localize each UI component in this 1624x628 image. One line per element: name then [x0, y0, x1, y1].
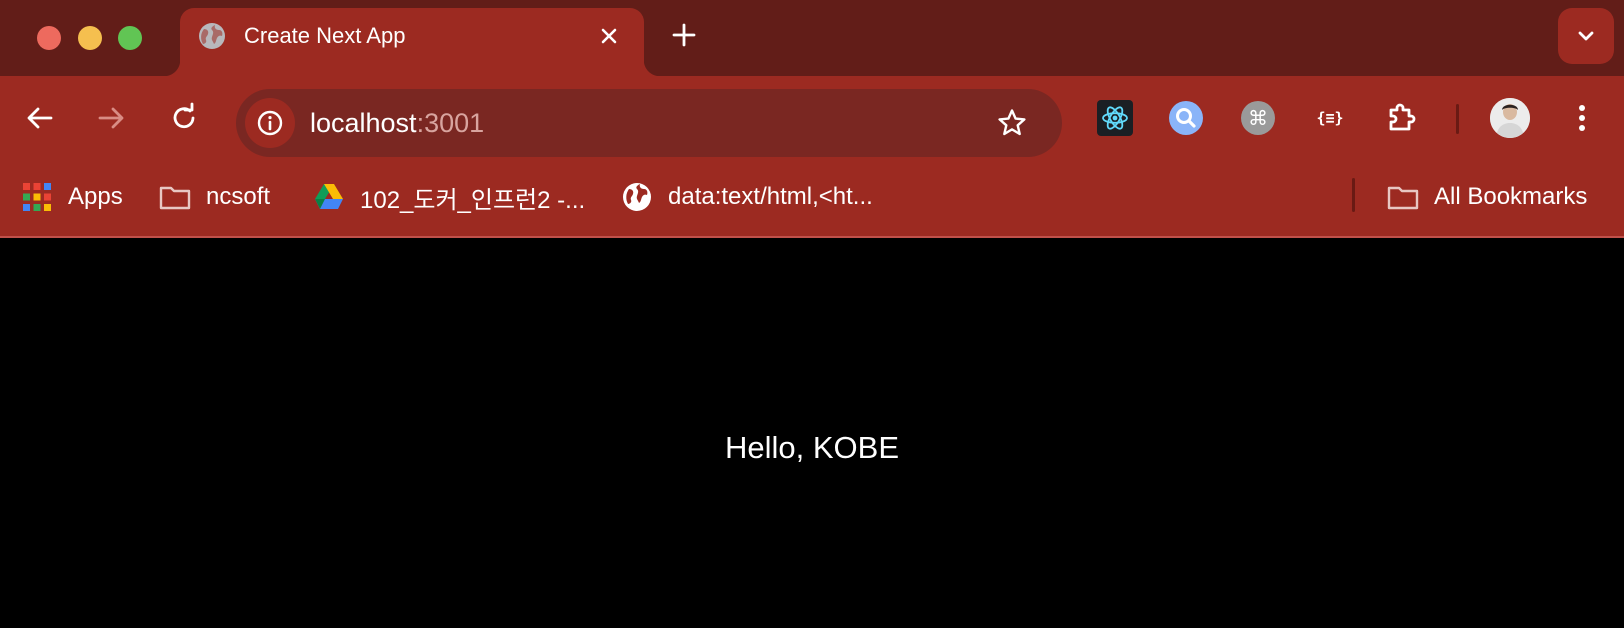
forward-arrow-icon[interactable]	[95, 102, 127, 134]
folder-icon	[1387, 186, 1419, 210]
apps-grid-icon	[23, 183, 51, 211]
bookmarks-divider	[1352, 178, 1355, 212]
react-devtools-icon[interactable]	[1097, 100, 1133, 136]
active-tab[interactable]: Create Next App	[164, 8, 660, 76]
bookmark-label: 102_도커_인프런2 -...	[360, 186, 586, 214]
tab-title: Create Next App	[244, 23, 406, 48]
url-text[interactable]: localhost:3001	[310, 107, 484, 139]
bookmark-folder-ncsoft[interactable]: ncsoft	[158, 180, 270, 214]
toolbar-divider	[1456, 104, 1459, 134]
close-tab-icon[interactable]	[596, 23, 622, 49]
minimize-window-button[interactable]	[78, 26, 102, 50]
command-icon[interactable]: ⌘	[1240, 100, 1276, 136]
all-bookmarks-button[interactable]: All Bookmarks	[1386, 180, 1587, 214]
bookmark-star-icon[interactable]	[996, 107, 1028, 139]
maximize-window-button[interactable]	[118, 26, 142, 50]
address-bar[interactable]: localhost:3001	[236, 89, 1062, 157]
google-drive-icon	[315, 184, 343, 209]
chevron-down-icon	[1578, 31, 1594, 41]
site-info-button[interactable]	[245, 98, 295, 148]
reload-icon[interactable]	[168, 102, 200, 134]
all-bookmarks-label: All Bookmarks	[1434, 183, 1588, 210]
extensions-puzzle-icon[interactable]	[1384, 100, 1420, 136]
tab-strip: Create Next App	[0, 0, 1624, 76]
bookmark-data-url[interactable]: data:text/html,<ht...	[620, 180, 873, 214]
globe-icon	[623, 183, 651, 211]
bookmark-label: ncsoft	[206, 183, 271, 210]
svg-text:⌘: ⌘	[1248, 106, 1268, 130]
bookmarks-bar: Apps ncsoft 102_도커_인프런2 -... data:text/h…	[0, 160, 1624, 238]
folder-icon	[159, 186, 191, 210]
page-content: Hello, KOBE	[0, 238, 1624, 628]
back-arrow-icon[interactable]	[24, 102, 56, 134]
profile-avatar[interactable]	[1490, 98, 1530, 138]
globe-icon	[199, 23, 225, 49]
bookmark-drive-doc[interactable]: 102_도커_인프런2 -...	[312, 180, 585, 214]
browser-toolbar: localhost:3001 ⌘ {≡}	[0, 76, 1624, 160]
json-viewer-icon[interactable]: {≡}	[1312, 100, 1348, 136]
more-menu-icon[interactable]	[1564, 100, 1600, 136]
info-icon	[257, 110, 283, 136]
close-window-button[interactable]	[37, 26, 61, 50]
browser-window: Create Next App localhost:3001 ⌘ {≡} App…	[0, 0, 1624, 628]
new-tab-icon[interactable]	[670, 21, 698, 49]
greeting-text: Hello, KOBE	[724, 430, 899, 465]
bookmark-label: Apps	[68, 183, 123, 210]
tab-search-button[interactable]	[1558, 8, 1614, 64]
url-port: :3001	[416, 108, 485, 138]
bookmark-label: data:text/html,<ht...	[668, 183, 873, 210]
url-host: localhost	[310, 108, 417, 138]
bookmark-apps[interactable]: Apps	[20, 180, 123, 214]
search-extension-icon[interactable]	[1168, 100, 1204, 136]
profile-photo-icon	[1490, 98, 1530, 138]
